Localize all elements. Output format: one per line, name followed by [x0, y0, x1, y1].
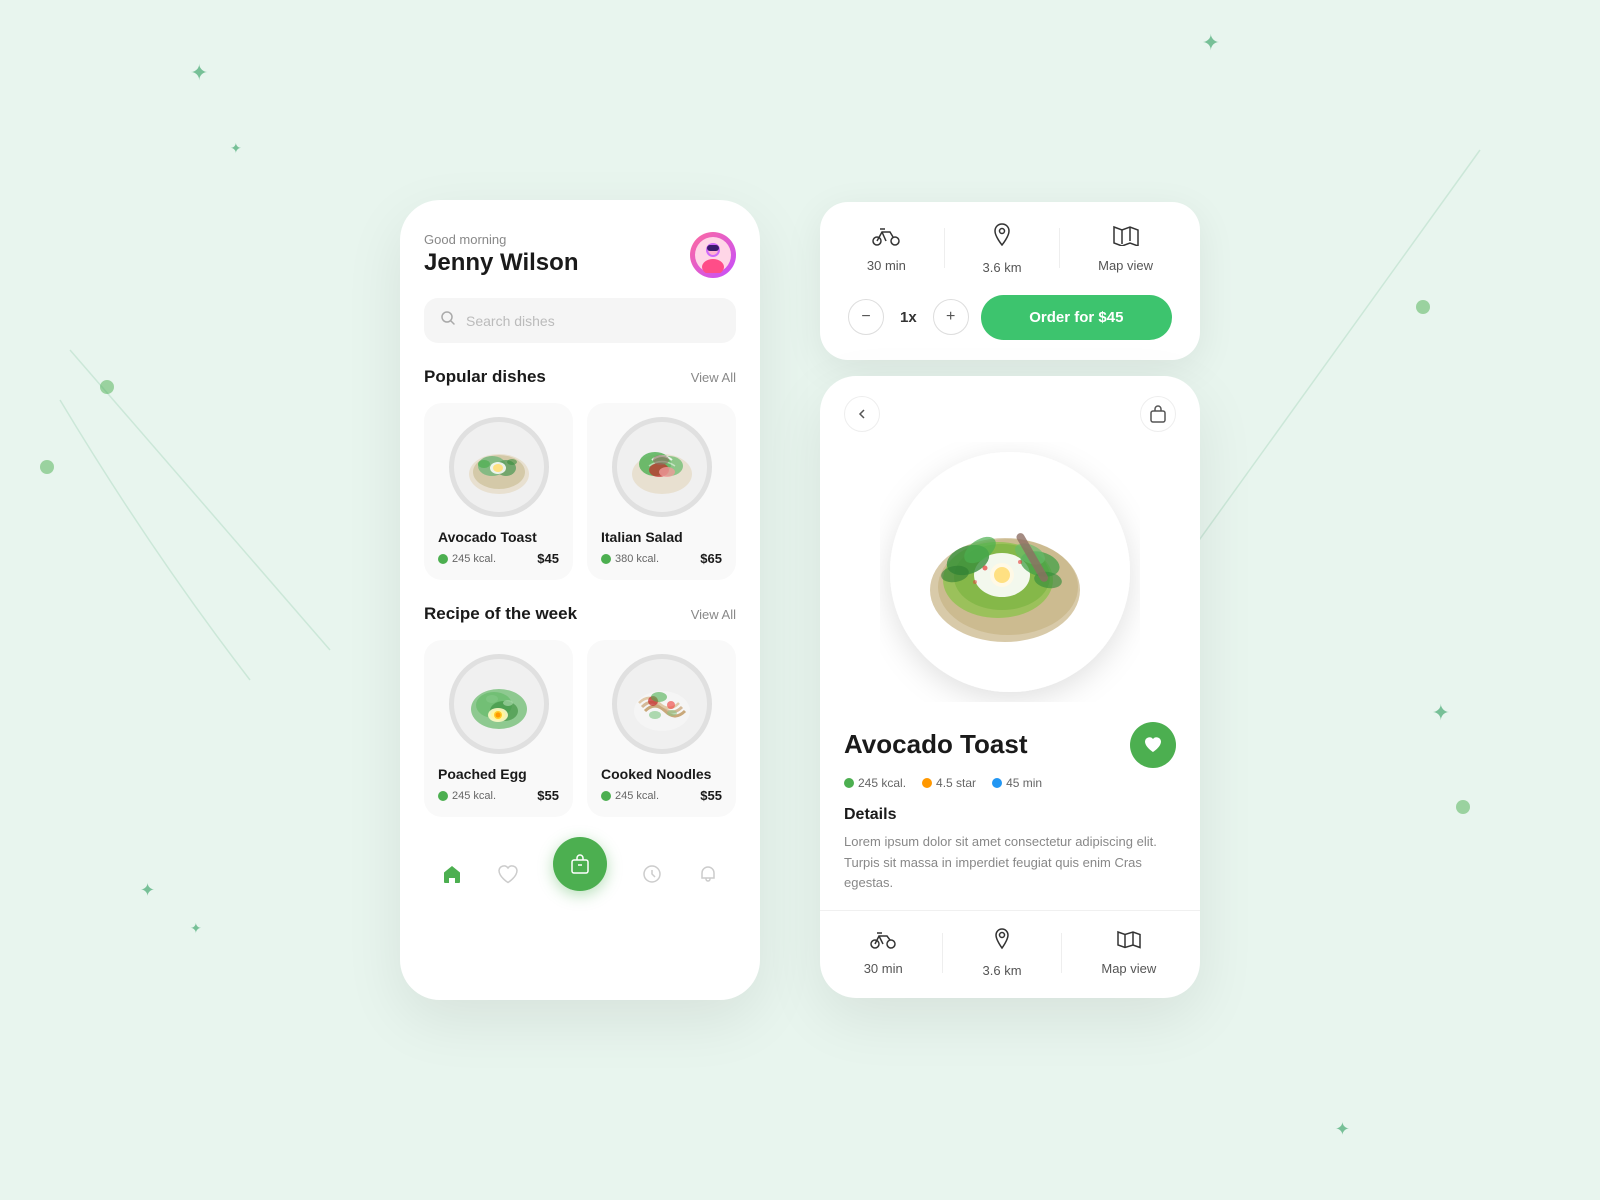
location-icon-2	[992, 927, 1012, 957]
detail-metric-time-label: 30 min	[864, 961, 903, 976]
order-button[interactable]: Order for $45	[981, 295, 1172, 340]
cart-button[interactable]	[1140, 396, 1176, 432]
nav-notifications[interactable]	[697, 863, 719, 885]
order-controls: − 1x + Order for $45	[848, 295, 1172, 340]
dish-card-noodles[interactable]: Cooked Noodles 245 kcal. $55	[587, 640, 736, 817]
cooked-noodles-name: Cooked Noodles	[601, 766, 722, 782]
qty-decrease[interactable]: −	[848, 299, 884, 335]
search-bar[interactable]: Search dishes	[424, 298, 736, 343]
stat-kcal: 245 kcal.	[844, 776, 906, 790]
food-plate-container	[880, 442, 1140, 702]
back-button[interactable]	[844, 396, 880, 432]
favorite-button[interactable]	[1130, 722, 1176, 768]
food-plate-svg	[880, 442, 1140, 702]
map-icon	[1113, 224, 1139, 252]
kcal-indicator	[438, 554, 448, 564]
bike-icon	[872, 224, 900, 252]
dish-card-italian[interactable]: Italian Salad 380 kcal. $65	[587, 403, 736, 580]
nav-home[interactable]	[441, 863, 463, 885]
detail-info: Avocado Toast 245 kcal. 4.5 star	[820, 722, 1200, 894]
detail-card: Avocado Toast 245 kcal. 4.5 star	[820, 376, 1200, 998]
poached-egg-name: Poached Egg	[438, 766, 559, 782]
metric-time-label: 30 min	[867, 258, 906, 273]
rating-dot	[922, 778, 932, 788]
cooked-noodles-kcal: 245 kcal.	[601, 790, 659, 802]
cooked-noodles-price: $55	[700, 788, 722, 803]
metric-distance[interactable]: 3.6 km	[983, 222, 1022, 275]
recipe-view-all[interactable]: View All	[691, 607, 736, 622]
popular-section-header: Popular dishes View All	[424, 367, 736, 387]
detail-metric-dist-label: 3.6 km	[983, 963, 1022, 978]
recipe-dish-grid: Poached Egg 245 kcal. $55	[424, 640, 736, 817]
info-metrics: 30 min 3.6 km	[848, 222, 1172, 275]
right-detail-panel: 30 min 3.6 km	[820, 202, 1200, 998]
detail-dish-row: Avocado Toast	[844, 722, 1176, 768]
poached-egg-kcal: 245 kcal.	[438, 790, 496, 802]
stat-rating: 4.5 star	[922, 776, 976, 790]
recipe-title: Recipe of the week	[424, 604, 577, 624]
poached-egg-image	[449, 654, 549, 754]
metric-map[interactable]: Map view	[1098, 224, 1153, 273]
metric-map-label: Map view	[1098, 258, 1153, 273]
details-section-title: Details	[844, 806, 1176, 824]
location-icon	[991, 222, 1013, 254]
search-icon	[440, 310, 456, 331]
metric-distance-label: 3.6 km	[983, 260, 1022, 275]
detail-metric-time[interactable]: 30 min	[864, 929, 903, 976]
italian-salad-image	[612, 417, 712, 517]
avocado-toast-kcal: 245 kcal.	[438, 553, 496, 565]
greeting-block: Good morning Jenny Wilson	[424, 232, 578, 277]
user-name: Jenny Wilson	[424, 249, 578, 277]
detail-metric-map-label: Map view	[1101, 961, 1156, 976]
detail-card-header	[820, 376, 1200, 432]
bottom-nav	[424, 841, 736, 891]
kcal-dot	[844, 778, 854, 788]
phone-header: Good morning Jenny Wilson	[424, 232, 736, 278]
detail-metric-dist[interactable]: 3.6 km	[983, 927, 1022, 978]
detail-description: Lorem ipsum dolor sit amet consectetur a…	[844, 832, 1176, 894]
search-input[interactable]: Search dishes	[466, 313, 555, 329]
detail-dish-name: Avocado Toast	[844, 729, 1027, 760]
time-dot	[992, 778, 1002, 788]
popular-dish-grid: Avocado Toast 245 kcal. $45	[424, 403, 736, 580]
quantity-controls: − 1x +	[848, 299, 969, 335]
kcal-indicator	[438, 791, 448, 801]
dish-card-poached[interactable]: Poached Egg 245 kcal. $55	[424, 640, 573, 817]
popular-view-all[interactable]: View All	[691, 370, 736, 385]
stat-time: 45 min	[992, 776, 1042, 790]
greeting-text: Good morning	[424, 232, 578, 247]
poached-egg-price: $55	[537, 788, 559, 803]
cooked-noodles-meta: 245 kcal. $55	[601, 788, 722, 803]
avocado-toast-name: Avocado Toast	[438, 529, 559, 545]
left-phone-panel: Good morning Jenny Wilson	[400, 200, 760, 1000]
map-icon-2	[1117, 929, 1141, 955]
metric-time[interactable]: 30 min	[867, 224, 906, 273]
qty-value: 1x	[900, 309, 917, 326]
qty-increase[interactable]: +	[933, 299, 969, 335]
avocado-toast-price: $45	[537, 551, 559, 566]
kcal-indicator	[601, 554, 611, 564]
italian-salad-name: Italian Salad	[601, 529, 722, 545]
poached-egg-meta: 245 kcal. $55	[438, 788, 559, 803]
italian-salad-kcal: 380 kcal.	[601, 553, 659, 565]
cooked-noodles-image	[612, 654, 712, 754]
detail-stats: 245 kcal. 4.5 star 45 min	[844, 776, 1176, 790]
bike-icon-2	[870, 929, 896, 955]
avatar[interactable]	[690, 232, 736, 278]
detail-metric-map[interactable]: Map view	[1101, 929, 1156, 976]
dish-card-avocado[interactable]: Avocado Toast 245 kcal. $45	[424, 403, 573, 580]
italian-salad-price: $65	[700, 551, 722, 566]
kcal-indicator	[601, 791, 611, 801]
nav-history[interactable]	[641, 863, 663, 885]
recipe-section-header: Recipe of the week View All	[424, 604, 736, 624]
popular-title: Popular dishes	[424, 367, 546, 387]
avocado-toast-meta: 245 kcal. $45	[438, 551, 559, 566]
nav-cart-center[interactable]	[553, 837, 607, 891]
italian-salad-meta: 380 kcal. $65	[601, 551, 722, 566]
top-info-card: 30 min 3.6 km	[820, 202, 1200, 360]
avocado-toast-image	[449, 417, 549, 517]
detail-bottom-metrics: 30 min 3.6 km	[820, 910, 1200, 978]
nav-favorites[interactable]	[497, 863, 519, 885]
